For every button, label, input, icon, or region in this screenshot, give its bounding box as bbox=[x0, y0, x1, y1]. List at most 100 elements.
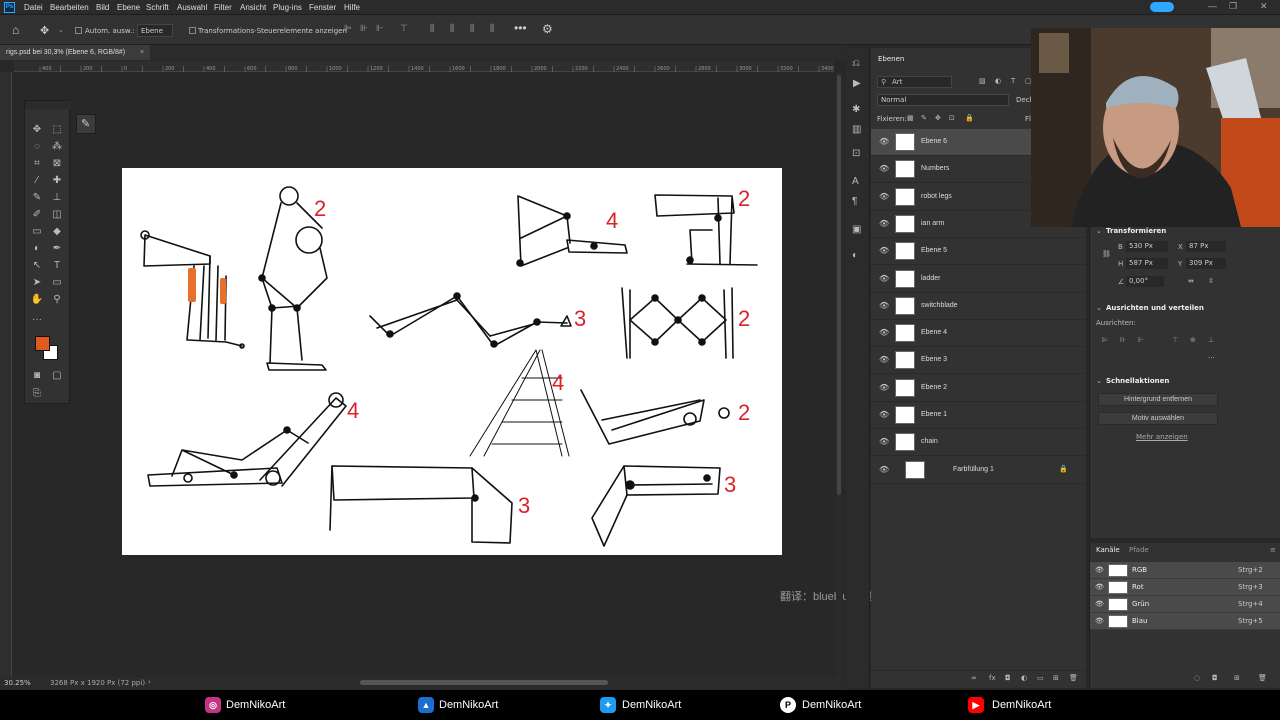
eye-icon[interactable]: 👁 bbox=[879, 164, 889, 173]
align-right-icon[interactable]: ⊩ bbox=[376, 23, 384, 34]
flip-vertical-icon[interactable]: ⇳ bbox=[1208, 277, 1214, 285]
screen-mode-icon[interactable]: ▢ bbox=[49, 369, 65, 383]
filter-adjust-icon[interactable]: ◐ bbox=[995, 77, 1001, 85]
eye-icon[interactable]: 👁 bbox=[879, 274, 889, 283]
histogram-icon[interactable]: ▥ bbox=[852, 124, 861, 135]
menu-fenster[interactable]: Fenster bbox=[309, 3, 336, 12]
frame-tool-icon[interactable]: ⊠ bbox=[49, 157, 65, 171]
character-icon[interactable]: A bbox=[852, 176, 859, 187]
eye-icon[interactable]: 👁 bbox=[1095, 617, 1104, 625]
move-tool-icon[interactable]: ✥ bbox=[40, 24, 49, 37]
pen-tool-icon[interactable]: ✒ bbox=[49, 242, 65, 256]
eye-icon[interactable]: 👁 bbox=[879, 437, 889, 446]
angle-field[interactable]: 0,00° bbox=[1126, 276, 1164, 287]
history-icon[interactable]: ⎌ bbox=[852, 58, 860, 69]
eye-icon[interactable]: 👁 bbox=[879, 465, 889, 474]
add-mask-icon[interactable]: ◘ bbox=[1005, 674, 1011, 682]
close-icon[interactable]: ✕ bbox=[1260, 1, 1268, 12]
libraries-icon[interactable]: ▣ bbox=[852, 224, 861, 235]
menu-ansicht[interactable]: Ansicht bbox=[240, 3, 266, 12]
shape-tool-icon[interactable]: ▭ bbox=[49, 276, 65, 290]
more-options-icon[interactable]: ••• bbox=[514, 21, 527, 35]
home-icon[interactable]: ⌂ bbox=[12, 23, 19, 37]
marquee-tool-icon[interactable]: ⬚ bbox=[49, 123, 65, 137]
load-selection-icon[interactable]: ◌ bbox=[1194, 674, 1200, 682]
menu-hilfe[interactable]: Hilfe bbox=[344, 3, 360, 12]
actions-play-icon[interactable]: ▶ bbox=[853, 78, 861, 89]
layer-row[interactable]: 👁 switchblade bbox=[871, 293, 1086, 320]
menu-datei[interactable]: Datei bbox=[24, 3, 43, 12]
color-icon[interactable]: ◐ bbox=[852, 250, 858, 261]
panel-menu-icon[interactable]: ≡ bbox=[1270, 546, 1276, 554]
eye-icon[interactable]: 👁 bbox=[879, 219, 889, 228]
layer-filter-select[interactable]: ⚲ Art bbox=[877, 76, 952, 88]
layer-row[interactable]: 👁 Ebene 1 bbox=[871, 402, 1086, 429]
layer-style-icon[interactable]: fx bbox=[989, 674, 996, 682]
prop-align-middle-icon[interactable]: ⊕ bbox=[1190, 336, 1196, 344]
menu-bild[interactable]: Bild bbox=[96, 3, 109, 12]
healing-tool-icon[interactable]: ✚ bbox=[49, 174, 65, 188]
channel-row[interactable]: 👁 Rot Strg+3 bbox=[1090, 579, 1280, 596]
lock-all-icon[interactable]: 🔒 bbox=[965, 114, 974, 122]
document-tab[interactable]: rigs.psd bei 30,3% (Ebene 6, RGB/8#) × bbox=[0, 45, 150, 60]
eye-icon[interactable]: 👁 bbox=[879, 383, 889, 392]
minimize-icon[interactable]: — bbox=[1208, 1, 1217, 11]
layers-panel-title[interactable]: Ebenen bbox=[878, 55, 904, 63]
delete-layer-icon[interactable]: 🗑 bbox=[1069, 674, 1078, 682]
path-select-icon[interactable]: ↖ bbox=[29, 259, 45, 273]
quick-chevron-icon[interactable]: ⌄ bbox=[1096, 377, 1102, 385]
eye-icon[interactable]: 👁 bbox=[879, 137, 889, 146]
menu-auswahl[interactable]: Auswahl bbox=[177, 3, 207, 12]
new-layer-icon[interactable]: ⊞ bbox=[1053, 674, 1059, 682]
filter-pixel-icon[interactable]: ▨ bbox=[979, 77, 986, 85]
more-tools-icon[interactable]: ··· bbox=[29, 313, 45, 327]
status-arrow-icon[interactable]: › bbox=[148, 678, 151, 686]
lock-artboard-icon[interactable]: ⊡ bbox=[949, 114, 955, 122]
menu-ebene[interactable]: Ebene bbox=[117, 3, 140, 12]
navigator-icon[interactable]: ⊡ bbox=[852, 148, 860, 159]
align-hcenter-icon[interactable]: ⊪ bbox=[360, 23, 368, 34]
link-dimensions-icon[interactable]: ⛓ bbox=[1102, 250, 1111, 258]
eye-icon[interactable]: 👁 bbox=[879, 328, 889, 337]
tab-channels[interactable]: Kanäle bbox=[1096, 546, 1120, 554]
collapse-chevron-icon[interactable]: ⌄ bbox=[1096, 227, 1102, 235]
flip-horizontal-icon[interactable]: ⇹ bbox=[1188, 277, 1194, 285]
gear-icon[interactable]: ⚙ bbox=[542, 22, 553, 36]
toolbox-header[interactable] bbox=[25, 101, 71, 109]
x-field[interactable]: 87 Px bbox=[1186, 241, 1226, 252]
zoom-tool-icon[interactable]: ⚲ bbox=[49, 293, 65, 307]
channel-row[interactable]: 👁 Grün Strg+4 bbox=[1090, 596, 1280, 613]
layer-row[interactable]: 👁 Ebene 2 bbox=[871, 375, 1086, 402]
share-badge[interactable] bbox=[1150, 2, 1174, 12]
eye-icon[interactable]: 👁 bbox=[1095, 566, 1104, 574]
prop-align-bottom-icon[interactable]: ⊥ bbox=[1208, 336, 1214, 344]
distribute-middle-icon[interactable]: ⫼ bbox=[450, 23, 454, 34]
layer-row[interactable]: 👁 chain bbox=[871, 429, 1086, 457]
type-tool-icon[interactable]: T bbox=[49, 259, 65, 273]
blur-tool-icon[interactable]: ◆ bbox=[49, 225, 65, 239]
layer-row[interactable]: 👁 Ebene 3 bbox=[871, 347, 1086, 375]
y-field[interactable]: 309 Px bbox=[1186, 258, 1226, 269]
menu-schrift[interactable]: Schrift bbox=[146, 3, 169, 12]
lasso-tool-icon[interactable]: ◌ bbox=[29, 140, 45, 154]
eye-icon[interactable]: 👁 bbox=[879, 246, 889, 255]
adjustments-icon[interactable]: ✱ bbox=[852, 104, 860, 115]
select-subject-button[interactable]: Motiv auswählen bbox=[1098, 412, 1218, 425]
distribute-left-icon[interactable]: ⫼ bbox=[490, 23, 494, 34]
prop-align-right-icon[interactable]: ⊩ bbox=[1138, 336, 1144, 344]
prop-align-center-icon[interactable]: ⊪ bbox=[1120, 336, 1126, 344]
layer-row[interactable]: 👁 ladder bbox=[871, 266, 1086, 293]
eye-icon[interactable]: 👁 bbox=[879, 301, 889, 310]
menu-bearbeiten[interactable]: Bearbeiten bbox=[50, 3, 89, 12]
gradient-tool-icon[interactable]: ▭ bbox=[29, 225, 45, 239]
lock-transparency-icon[interactable]: ▦ bbox=[907, 114, 914, 122]
zoom-level[interactable]: 30.25% bbox=[4, 679, 31, 687]
eye-icon[interactable]: 👁 bbox=[879, 410, 889, 419]
layer-row[interactable]: 👁 Ebene 4 bbox=[871, 320, 1086, 348]
align-left-icon[interactable]: ⊫ bbox=[344, 23, 352, 34]
layer-row[interactable]: 👁 Ebene 5 bbox=[871, 238, 1086, 266]
menu-plugins[interactable]: Plug-ins bbox=[273, 3, 302, 12]
vertical-ruler[interactable] bbox=[0, 72, 12, 677]
artboard[interactable]: 2 4 2 3 2 4 2 4 3 3 bbox=[122, 168, 782, 555]
paragraph-icon[interactable]: ¶ bbox=[852, 196, 857, 207]
